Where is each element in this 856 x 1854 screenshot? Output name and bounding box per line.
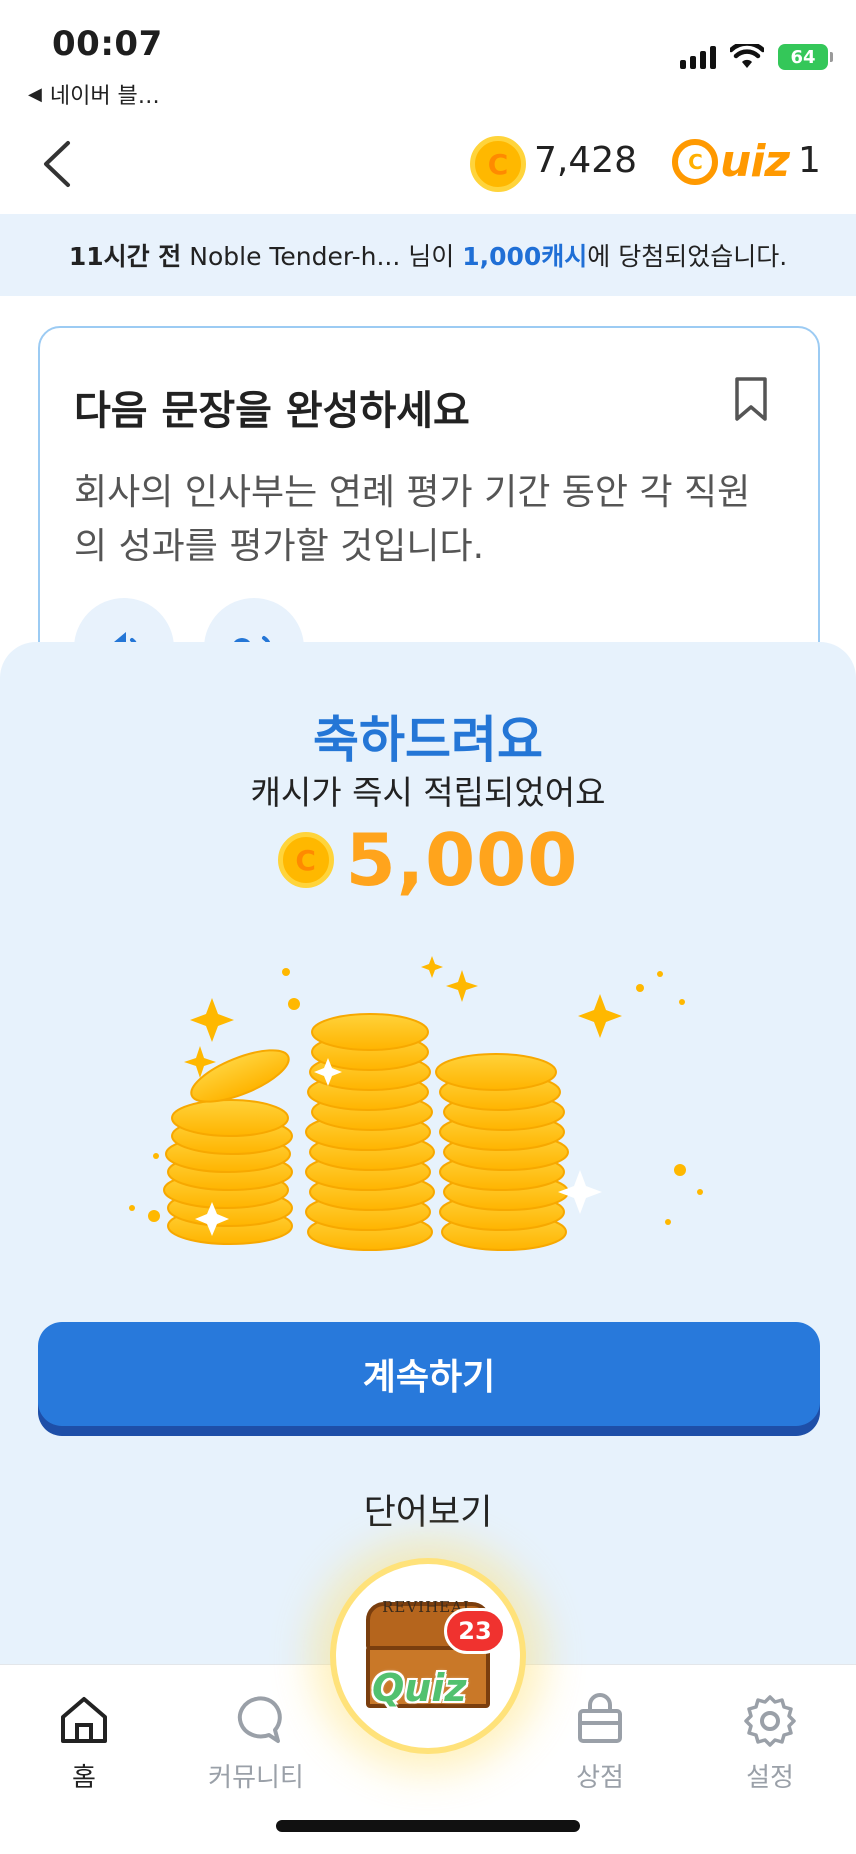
battery-level: 64 — [790, 46, 816, 68]
continue-button[interactable]: 계속하기 — [38, 1322, 820, 1426]
back-button[interactable] — [40, 132, 90, 196]
quiz-logo[interactable]: Cuiz — [672, 136, 790, 187]
chest-quiz-text: Quiz — [372, 1666, 467, 1710]
nav-community[interactable]: 커뮤니티 — [186, 1693, 326, 1794]
coin-symbol: C — [295, 843, 316, 877]
quiz-logo-text: uiz — [720, 136, 790, 187]
nav-home-label: 홈 — [72, 1763, 96, 1793]
winner-ticker: 11시간 전 Noble Tender-h... 님이 1,000캐시 에 당첨… — [0, 214, 856, 296]
quiz-q-icon: C — [672, 138, 718, 185]
quiz-ticket-count: 1 — [798, 140, 821, 181]
view-words-button[interactable]: 단어보기 — [0, 1484, 856, 1535]
quiz-card-title: 다음 문장을 완성하세요 — [74, 388, 470, 434]
quiz-sentence: 회사의 인사부는 연례 평가 기간 동안 각 직원의 성과를 평가할 것입니다. — [74, 472, 751, 567]
ticker-amount: 1,000캐시 — [462, 242, 588, 271]
ticker-time: 11시간 전 — [68, 242, 182, 271]
chevron-left-icon — [44, 141, 70, 187]
cash-coin-icon: C — [277, 832, 334, 888]
nav-home[interactable]: 홈 — [14, 1693, 154, 1794]
wifi-icon — [730, 44, 764, 68]
nav-shop[interactable]: 상점 — [530, 1693, 670, 1794]
home-icon — [61, 1697, 107, 1743]
coin-symbol: C — [487, 147, 509, 181]
shopping-bag-icon — [578, 1693, 622, 1743]
reward-amount-row: C 5,000 — [0, 818, 856, 902]
gear-icon — [744, 1695, 796, 1747]
bookmark-icon[interactable] — [734, 376, 768, 422]
status-time: 00:07 — [52, 24, 163, 64]
reward-amount: 5,000 — [345, 818, 579, 902]
ticker-user: Noble Tender-h... 님이 — [181, 242, 463, 271]
back-triangle-icon: ◀ — [28, 83, 42, 105]
battery-icon: 64 — [778, 44, 833, 70]
quiz-q-letter: C — [688, 149, 703, 174]
cash-coin-icon: C — [470, 136, 526, 192]
cash-balance[interactable]: 7,428 — [534, 140, 637, 181]
notification-badge: 23 — [444, 1608, 506, 1654]
app-screen: { "status_bar": { "time": "00:07", "back… — [0, 0, 856, 1854]
back-to-app-link[interactable]: ◀ 네이버 블… — [28, 78, 160, 110]
nav-settings-label: 설정 — [746, 1763, 794, 1793]
ticker-suffix: 에 당첨되었습니다. — [587, 242, 788, 271]
back-app-label: 네이버 블… — [49, 84, 160, 109]
nav-community-label: 커뮤니티 — [208, 1763, 304, 1793]
home-indicator — [276, 1820, 580, 1832]
cellular-signal-icon — [680, 45, 716, 69]
nav-settings[interactable]: 설정 — [700, 1693, 840, 1794]
nav-shop-label: 상점 — [576, 1763, 624, 1793]
status-indicators: 64 — [680, 44, 833, 70]
reward-subtitle: 캐시가 즉시 적립되었어요 — [250, 773, 606, 812]
chat-bubble-icon — [237, 1696, 282, 1743]
reward-title: 축하드려요 — [313, 711, 543, 769]
quiz-center-button[interactable]: REVIHEAL Quiz — [330, 1558, 526, 1754]
coin-stacks-illustration — [129, 956, 703, 1251]
